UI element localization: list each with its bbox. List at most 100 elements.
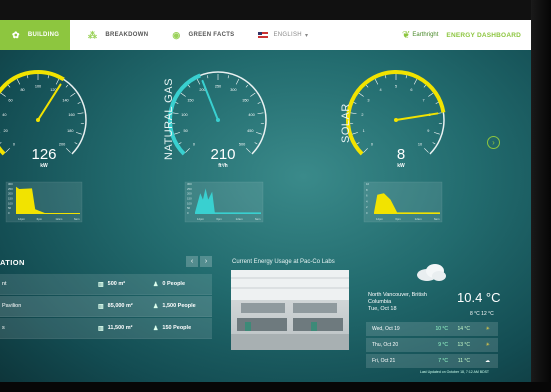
electricity-gauge-fill: [0, 70, 65, 156]
language-selector[interactable]: ENGLISH ▾: [246, 20, 320, 50]
cloud-icon: [415, 262, 447, 287]
natural-gas-gauge-tick-label: 450: [247, 129, 253, 133]
partly-sunny-icon: ☀: [485, 326, 490, 332]
electricity-gauge-tick: [77, 102, 81, 104]
natural-gas-gauge-tick: [196, 78, 201, 85]
leaf-logo-icon: ❦: [402, 29, 411, 41]
natural-gas-gauge-tick: [180, 92, 186, 97]
mini-chart-frame: [363, 181, 443, 223]
building-row[interactable]: nt ▥ 500 m² ♟ 0 People: [0, 274, 212, 295]
current-temperature: 10.4 °C: [457, 290, 501, 305]
lab-photo-illustration: [231, 270, 349, 350]
buildings-prev-button[interactable]: ‹: [186, 256, 198, 267]
natural-gas-gauge-tick: [255, 132, 262, 135]
electricity-gauge-tick-label: 20: [4, 129, 8, 133]
forecast-row: Fri, Oct 21 7 °C 11 °C ☁: [366, 354, 498, 368]
building-name: nt: [2, 281, 7, 287]
natural-gas-gauge-tick-label: 100: [181, 113, 187, 117]
next-arrow-button[interactable]: ›: [487, 136, 500, 149]
top-nav: ✿ BUILDING ⁂ BREAKDOWN ◉ GREEN FACTS ENG…: [0, 20, 531, 50]
forecast-day: Fri, Oct 21: [372, 358, 396, 364]
partly-sunny-icon: ☀: [485, 342, 490, 348]
person-icon: ♟: [153, 325, 159, 332]
language-label: ENGLISH: [273, 32, 302, 38]
electricity-gauge-tick: [5, 148, 10, 153]
weather-city: North Vancouver, British Columbia: [368, 292, 427, 305]
solar-gauge-tick: [413, 78, 418, 85]
forecast-high: 13 °C: [457, 342, 470, 348]
solar-gauge-tick: [423, 84, 427, 88]
tab-green-facts[interactable]: ◉ GREEN FACTS: [160, 20, 246, 50]
electricity-gauge-tick: [65, 84, 69, 88]
cloud-icon: ☁: [485, 358, 490, 364]
natural-gas-gauge-tick: [174, 132, 181, 135]
solar-gauge-tick: [405, 75, 408, 79]
solar-gauge-tick-label: 5: [395, 85, 397, 89]
electricity-gauge-tick: [16, 78, 21, 85]
mini-chart-y-label: 100: [187, 201, 192, 205]
mini-chart-x-label: 6am: [255, 217, 261, 221]
last-updated: Last Updated on October 18, 7:12 AM BDST: [420, 370, 490, 374]
tab-green-facts-label: GREEN FACTS: [188, 32, 235, 38]
mini-chart-y-label: 50: [8, 206, 12, 210]
natural-gas-gauge-tick: [175, 102, 179, 104]
electricity-gauge-tick-label: 180: [67, 129, 73, 133]
electricity-value: 126: [31, 146, 57, 163]
mini-chart-x-label: 12am: [236, 217, 244, 221]
electricity-gauge-tick-label: 160: [68, 113, 74, 117]
tab-building-label: BUILDING: [27, 32, 60, 38]
natural-gas-gauge-tick-label: 50: [184, 129, 188, 133]
natural-gas-gauge-tick: [250, 92, 256, 97]
building-row[interactable]: Pavilion ▥ 85,000 m² ♟ 1,500 People: [0, 296, 212, 317]
brand-logo[interactable]: ❦ Earthright: [402, 30, 438, 41]
weather-date: Tue, Oct 18: [368, 306, 397, 312]
natural-gas-gauge-tick-label: 250: [215, 85, 221, 89]
electricity-gauge-hub: [36, 118, 40, 122]
natural-gas-gauge-tick: [187, 84, 191, 88]
forecast-low: 7 °C: [438, 358, 448, 364]
mini-chart-y-label: 200: [187, 192, 192, 196]
mini-chart-y-label: 300: [187, 182, 192, 186]
mini-chart-x-label: 6am: [434, 217, 440, 221]
buildings-heading: ATION: [0, 258, 25, 267]
solar-gauge-tick-label: 2: [361, 113, 363, 117]
mini-chart-y-label: 300: [8, 182, 13, 186]
solar-gauge-tick: [374, 78, 379, 85]
area-icon: ▥: [98, 325, 104, 332]
mini-chart-x-label: 12pm: [376, 217, 384, 221]
solar-gauge-tick: [432, 142, 436, 145]
tab-building[interactable]: ✿ BUILDING: [0, 20, 70, 50]
mini-chart-x-label: 12am: [415, 217, 423, 221]
forecast-low: 9 °C: [438, 342, 448, 348]
natural-gas-gauge-tick: [245, 84, 249, 88]
solar-gauge-tick: [356, 142, 360, 145]
tab-breakdown[interactable]: ⁂ BREAKDOWN: [76, 20, 160, 50]
natural-gas-gauge-tick: [206, 75, 209, 79]
mini-chart-frame: [184, 181, 264, 223]
natural-gas-value: 210: [210, 146, 236, 163]
mini-chart-x-label: 6am: [74, 217, 80, 221]
natural-gas-gauge-tick: [257, 112, 264, 115]
natural-gas-gauge-tick: [227, 75, 230, 79]
mini-chart-y-label: 150: [187, 197, 192, 201]
electricity-gauge-tick-label: 80: [20, 88, 24, 92]
building-row[interactable]: s ▥ 11,500 m² ♟ 150 People: [0, 318, 212, 339]
solar-gauge-tick: [358, 92, 364, 97]
mini-chart-x-label: 6pm: [395, 217, 401, 221]
mini-chart-y-label: 50: [187, 206, 191, 210]
chevron-down-icon: ▾: [304, 32, 309, 39]
electricity-gauge-tick: [74, 142, 78, 145]
solar-gauge-tick-label: 1: [363, 129, 365, 133]
natural-gas-gauge-tick: [257, 102, 261, 104]
forecast-row: Wed, Oct 19 10 °C 14 °C ☀: [366, 322, 498, 336]
globe-icon: ◉: [172, 29, 181, 40]
area-icon: ▥: [98, 281, 104, 288]
natural-gas-gauge-tick-label: 400: [248, 113, 254, 117]
forecast-row: Thu, Oct 20 9 °C 13 °C ☀: [366, 338, 498, 352]
electricity-unit: kW: [40, 163, 48, 169]
electricity-gauge-tick: [75, 132, 82, 135]
electricity-gauge-tick: [70, 92, 76, 97]
mini-chart-y-label: 10: [366, 182, 370, 186]
electricity-gauge-tick: [0, 92, 6, 97]
buildings-next-button[interactable]: ›: [200, 256, 212, 267]
